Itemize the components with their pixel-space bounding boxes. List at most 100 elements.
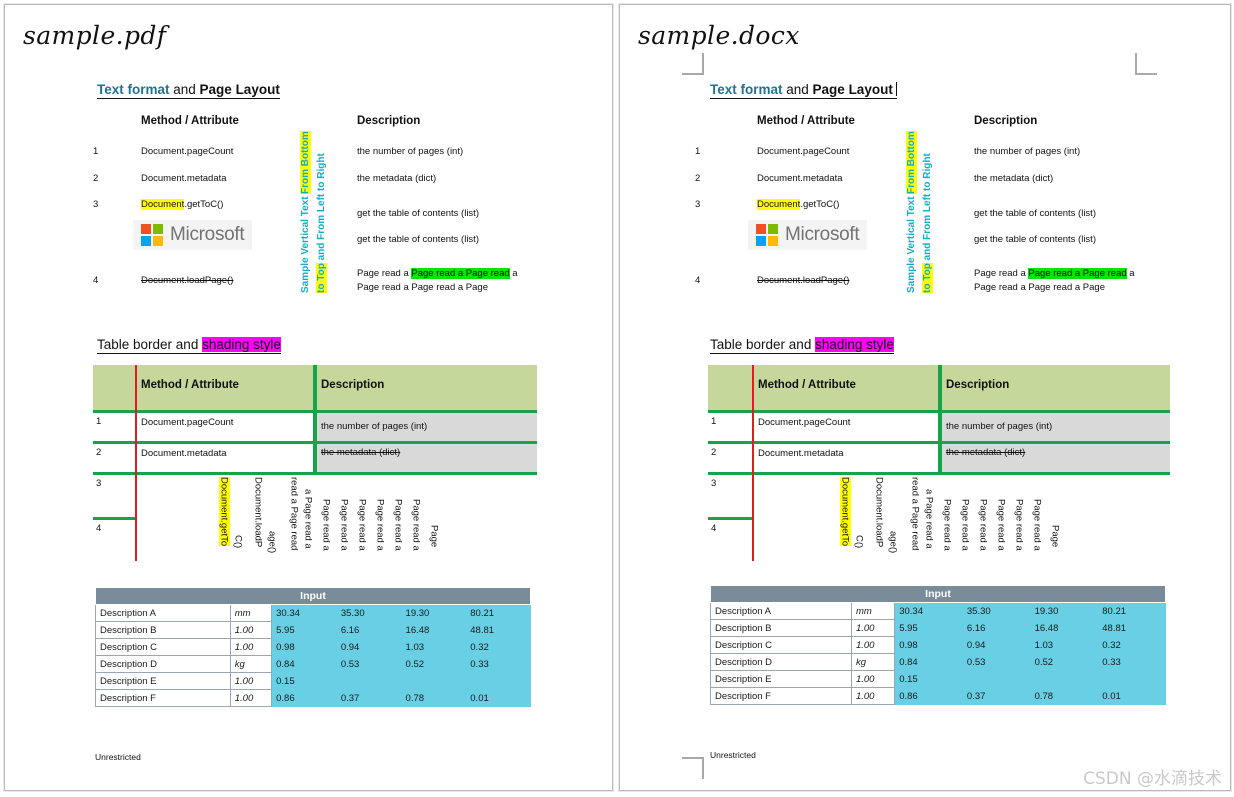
page-corner-mark-bottom-left	[682, 757, 704, 779]
table-row[interactable]: Description E 1.00 0.15	[95, 672, 531, 690]
table-row[interactable]: Description A mm 30.34 35.30 19.30 80.21	[710, 602, 1166, 620]
heading-text-format-blue: Text format	[97, 82, 170, 97]
blue-row-label-2-docx: Description B	[710, 619, 852, 637]
list-index-3-docx: 3	[695, 199, 701, 210]
vertical-text-1b-docx: From Bottom	[906, 130, 917, 194]
heading-text-format-and-docx: and	[782, 82, 813, 97]
blue-cell-5-1-docx: 0.15	[894, 670, 1166, 688]
heading-text-format: Text format and Page Layout	[97, 82, 280, 99]
blue-cell-3-3: 1.03	[400, 638, 467, 656]
blue-cell-4-3: 0.52	[400, 655, 467, 673]
list-desc-2: the metadata (dict)	[357, 173, 437, 184]
blue-cell-1-2-docx: 35.30	[961, 602, 1031, 620]
table-row[interactable]: Description D kg 0.84 0.53 0.52 0.33	[95, 655, 531, 673]
csdn-watermark: CSDN @水滴技术	[1083, 769, 1222, 789]
green-vcell-3: read a Page read	[288, 477, 300, 551]
table-row[interactable]: Description D kg 0.84 0.53 0.52 0.33	[710, 653, 1166, 671]
green-vcell-3b: a Page read a	[302, 489, 314, 549]
blue-row-label-3: Description C	[95, 638, 231, 656]
green-vcell-7-docx: Page read a	[995, 499, 1007, 551]
page-read-line-1: Page read a Page read a Page read a	[357, 268, 518, 279]
blue-row-unit-3: 1.00	[229, 638, 273, 656]
page-corner-mark-top-right	[1135, 53, 1157, 75]
green-vcell-5: Page read a	[338, 499, 350, 551]
page-read-pre: Page read a	[357, 268, 412, 279]
green-row-index-2-docx: 2	[711, 447, 717, 458]
table-row[interactable]: Description F 1.00 0.86 0.37 0.78 0.01	[95, 689, 531, 707]
green-vcell-3b-docx: a Page read a	[923, 489, 935, 549]
vertical-text-column-1-docx: Sample Vertical Text From Bottom	[906, 117, 917, 293]
green-vcell-9: Page read a	[410, 499, 422, 551]
microsoft-square-blue	[141, 236, 151, 246]
blue-row-label-4: Description D	[95, 655, 231, 673]
blue-row-unit-5-docx: 1.00	[850, 670, 896, 688]
microsoft-square-blue	[756, 236, 766, 246]
blue-row-label-6-docx: Description F	[710, 687, 852, 705]
table-row[interactable]: Description B 1.00 5.95 6.16 16.48 48.81	[95, 621, 531, 639]
list-method-1-docx: Document.pageCount	[757, 146, 850, 157]
blue-row-label-6: Description F	[95, 689, 231, 707]
pdf-page-canvas: sample.pdf Text format and Page Layout M…	[5, 5, 612, 790]
blue-cell-2-1: 5.95	[271, 621, 337, 639]
col-header-method-docx: Method / Attribute	[757, 115, 855, 127]
blue-row-label-5: Description E	[95, 672, 231, 690]
blue-cell-2-2-docx: 6.16	[961, 619, 1031, 637]
green-row-desc-2: the metadata (dict)	[321, 447, 401, 458]
blue-cell-5-1: 0.15	[271, 672, 531, 690]
blue-data-table[interactable]: Input Description A mm 30.34 35.30 19.30…	[95, 587, 531, 707]
list-desc-3-docx: get the table of contents (list)	[974, 208, 1096, 219]
list-method-3-rest: .getToC()	[184, 199, 224, 210]
green-row-index-1: 1	[96, 416, 102, 427]
heading-text-format-bold: Page Layout	[199, 82, 280, 97]
table-row[interactable]: Description B 1.00 5.95 6.16 16.48 48.81	[710, 619, 1166, 637]
blue-cell-2-4: 48.81	[465, 621, 531, 639]
list-method-1: Document.pageCount	[141, 146, 234, 157]
microsoft-square-green	[768, 224, 778, 234]
vertical-text-2b-docx: and From Left to Right	[922, 153, 933, 264]
blue-cell-4-4-docx: 0.33	[1097, 653, 1166, 671]
green-vcell-6: Page read a	[356, 499, 368, 551]
blue-table-header-row: Input	[95, 587, 531, 605]
table-row[interactable]: Description A mm 30.34 35.30 19.30 80.21	[95, 604, 531, 622]
blue-cell-6-2: 0.37	[335, 689, 402, 707]
green-row-index-1-docx: 1	[711, 416, 717, 427]
blue-data-table-docx[interactable]: Input Description A mm 30.34 35.30 19.30…	[710, 585, 1166, 705]
heading-table-border-magenta-docx: shading style	[815, 337, 894, 352]
green-vcell-3-docx: read a Page read	[909, 477, 921, 551]
heading-table-border-plain-docx: Table border and	[710, 337, 816, 352]
list-desc-4-docx: get the table of contents (list)	[974, 234, 1096, 245]
list-method-4-docx: Document.loadPage()	[757, 275, 850, 286]
page-read-highlight-docx: Page read a Page read	[1028, 268, 1127, 279]
table-row[interactable]: Description C 1.00 0.98 0.94 1.03 0.32	[710, 636, 1166, 654]
blue-cell-4-3-docx: 0.52	[1029, 653, 1099, 671]
text-caret	[895, 82, 897, 96]
page-read-line-1-docx: Page read a Page read a Page read a	[974, 268, 1135, 279]
heading-text-format-and: and	[169, 82, 200, 97]
microsoft-logo-squares-docx	[756, 224, 778, 246]
blue-cell-2-3-docx: 16.48	[1029, 619, 1099, 637]
table-row[interactable]: Description C 1.00 0.98 0.94 1.03 0.32	[95, 638, 531, 656]
blue-row-unit-5: 1.00	[229, 672, 273, 690]
document-panel-pdf[interactable]: sample.pdf Text format and Page Layout M…	[4, 4, 613, 791]
green-table[interactable]: Method / Attribute Description 1 Documen…	[93, 365, 537, 575]
blue-cell-1-1: 30.34	[271, 604, 337, 622]
list-method-3-highlight: Document	[141, 199, 185, 210]
green-row-index-4: 4	[96, 523, 102, 534]
document-panel-docx[interactable]: sample.docx Text format and Page Layout …	[619, 4, 1231, 791]
blue-cell-2-3: 16.48	[400, 621, 467, 639]
green-table-docx[interactable]: Method / Attribute Description 1 Documen…	[708, 365, 1170, 575]
microsoft-wordmark: Microsoft	[170, 224, 245, 245]
table-row[interactable]: Description F 1.00 0.86 0.37 0.78 0.01	[710, 687, 1166, 705]
file-title-pdf: sample.pdf	[23, 21, 167, 50]
screenshot-stage: sample.pdf Text format and Page Layout M…	[0, 0, 1234, 797]
blue-cell-3-2: 0.94	[335, 638, 402, 656]
list-index-2-docx: 2	[695, 173, 701, 184]
green-vcell-10: Page	[428, 525, 440, 548]
green-vcell-5-docx: Page read a	[959, 499, 971, 551]
green-vcell-10-docx: Page	[1049, 525, 1061, 548]
list-method-2: Document.metadata	[141, 173, 227, 184]
blue-row-unit-1-docx: mm	[850, 602, 896, 620]
table-row[interactable]: Description E 1.00 0.15	[710, 670, 1166, 688]
green-vcell-8: Page read a	[392, 499, 404, 551]
green-row-index-3: 3	[96, 478, 102, 489]
